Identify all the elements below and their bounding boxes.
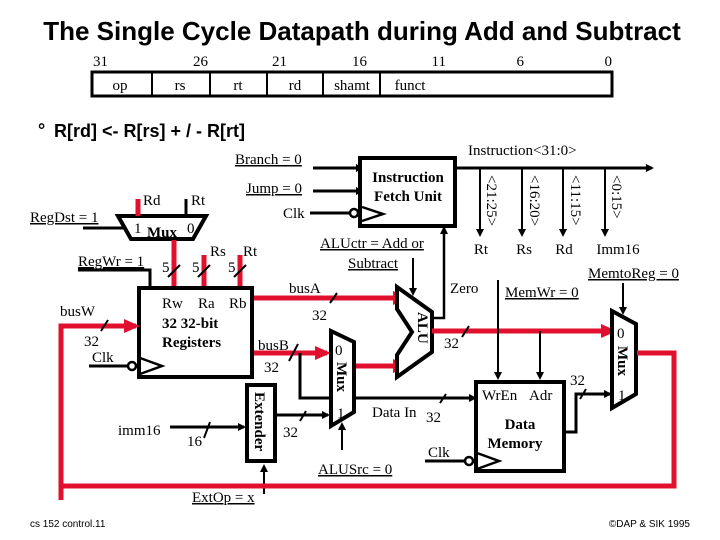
alusrc-signal: ALUSrc = 0 — [318, 462, 392, 478]
alu-label: ALU — [414, 312, 430, 344]
footer-left: cs 152 control.11 — [30, 519, 106, 530]
busa-label: busA — [289, 281, 321, 297]
tap-name: Rt — [474, 242, 489, 258]
tap-range: <21:25> — [483, 175, 499, 226]
clock-bubble-icon — [463, 455, 475, 467]
regfile-label-line2: Registers — [162, 335, 221, 351]
clock-bubble-icon — [126, 360, 138, 372]
data-in-label: Data In — [372, 405, 417, 421]
busb-width: 32 — [264, 360, 279, 376]
extender-label: Extender — [251, 392, 267, 452]
page-title: The Single Cycle Datapath during Add and… — [43, 16, 681, 46]
data-memory-label-line2: Memory — [488, 436, 543, 452]
wren-label: WrEn — [482, 388, 518, 404]
bit-label: 16 — [352, 54, 368, 70]
tap-name: Rs — [516, 242, 532, 258]
mux-sel1: 1 — [337, 406, 345, 422]
branch-signal: Branch = 0 — [235, 152, 302, 168]
field-funct: funct — [395, 78, 427, 94]
regdst-signal: RegDst = 1 — [30, 210, 98, 226]
field-rt: rt — [233, 78, 243, 94]
instruction-taps: <21:25> <16:20> <11:15> <0:15> Rt Rs Rd … — [474, 168, 640, 258]
regwr-signal: RegWr = 1 — [78, 254, 144, 270]
bit-label: 21 — [272, 54, 287, 70]
regwr-wire — [78, 268, 152, 288]
tap-range: <16:20> — [526, 175, 542, 226]
zero-wire — [432, 226, 448, 320]
imm16-label: imm16 — [118, 423, 161, 439]
width-label: 5 — [192, 260, 200, 276]
data-memory-label-line1: Data — [505, 417, 536, 433]
port-ra: Ra — [198, 296, 215, 312]
mem-out-wire — [565, 390, 612, 434]
mem-out-width: 32 — [570, 373, 585, 389]
busw-label: busW — [60, 304, 96, 320]
adr-label: Adr — [529, 388, 552, 404]
data-in-wire — [298, 353, 477, 402]
mux-in1-label: Rd — [143, 193, 161, 209]
zero-label: Zero — [450, 281, 478, 297]
mux-sel0: 0 — [617, 326, 625, 342]
port-rw: Rw — [162, 296, 183, 312]
tap-range: <11:15> — [567, 175, 583, 226]
instruction-format: 31 26 21 16 11 6 0 op rs rt rd shamt fun… — [90, 54, 614, 98]
mux-in0-label: Rt — [191, 193, 206, 209]
width-label: 5 — [228, 260, 236, 276]
mux-sel0: 0 — [335, 343, 343, 359]
bit-label: 0 — [605, 54, 613, 70]
mux-sel1: 1 — [618, 388, 626, 404]
tap-range: <0:15> — [608, 175, 624, 219]
busa-width: 32 — [312, 308, 327, 324]
field-rd: rd — [289, 78, 302, 94]
instruction-bus-label: Instruction<31:0> — [468, 143, 577, 159]
equation-text: R[rd] <- R[rs] + / - R[rt] — [54, 121, 245, 141]
clock-bubble-icon — [348, 207, 360, 219]
field-op: op — [113, 78, 128, 94]
equation-bullet: ° — [38, 120, 45, 140]
ifu-label-line1: Instruction — [372, 170, 444, 186]
bit-label: 11 — [432, 54, 446, 70]
field-shamt: shamt — [334, 78, 371, 94]
aluctr-signal-line2: Subtract — [348, 256, 399, 272]
footer-right: ©DAP & SIK 1995 — [609, 519, 691, 530]
bit-label: 26 — [193, 54, 209, 70]
tap-name: Imm16 — [596, 242, 640, 258]
extop-signal: ExtOp = x — [192, 490, 255, 506]
field-rs: rs — [175, 78, 186, 94]
extender-out-width: 32 — [283, 425, 298, 441]
bit-label: 31 — [93, 54, 108, 70]
imm16-width: 16 — [187, 434, 203, 450]
width-label: 5 — [162, 260, 170, 276]
mux-name: Mux — [147, 225, 178, 241]
rt-label: Rt — [243, 244, 258, 260]
busw-width: 32 — [84, 334, 99, 350]
jump-signal: Jump = 0 — [246, 181, 302, 197]
memwr-signal: MemWr = 0 — [505, 285, 579, 301]
mux-sel1: 1 — [134, 221, 142, 237]
regfile-label-line1: 32 32-bit — [162, 316, 218, 332]
tap-name: Rd — [555, 242, 573, 258]
datapath-diagram: The Single Cycle Datapath during Add and… — [30, 16, 691, 530]
alu-out-width: 32 — [444, 336, 459, 352]
data-in-width: 32 — [426, 410, 441, 426]
mux-name: Mux — [333, 362, 349, 393]
aluctr-signal-line1: ALUctr = Add or — [320, 236, 424, 252]
busb-label: busB — [258, 338, 289, 354]
mem-clk-label: Clk — [428, 445, 450, 461]
ifu-label-line2: Fetch Unit — [374, 189, 442, 205]
mux-name: Mux — [614, 346, 630, 377]
regfile-clk-label: Clk — [92, 350, 114, 366]
rs-label: Rs — [210, 244, 226, 260]
memtoreg-signal: MemtoReg = 0 — [588, 266, 679, 282]
ifu-clk-label: Clk — [283, 206, 305, 222]
port-rb: Rb — [229, 296, 247, 312]
mux-sel0: 0 — [187, 221, 195, 237]
bit-label: 6 — [517, 54, 525, 70]
